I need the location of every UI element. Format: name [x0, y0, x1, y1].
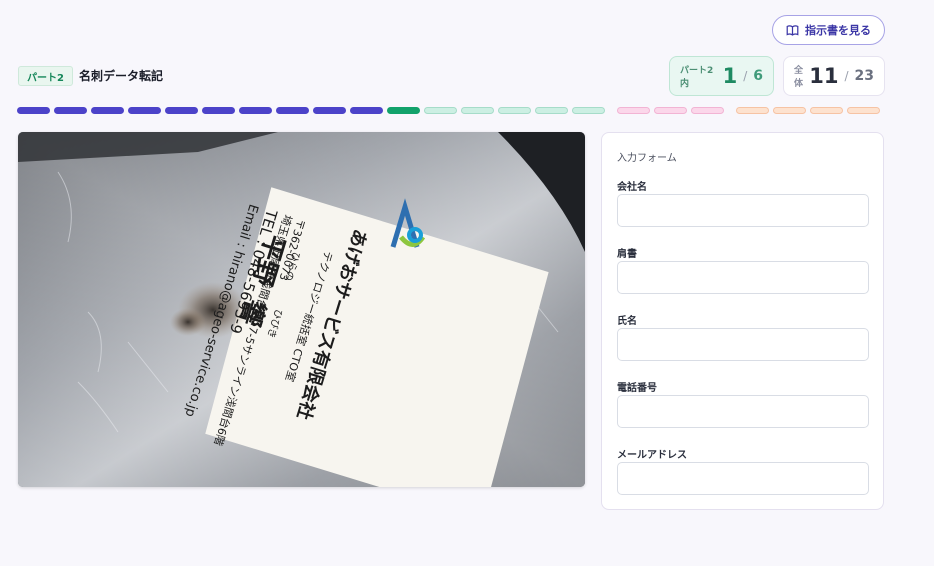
- overall-counter: 全体 11 / 23: [783, 56, 885, 96]
- full-name-input[interactable]: [617, 328, 869, 361]
- progress-segment-completed: [313, 107, 346, 114]
- book-icon: [786, 24, 799, 36]
- email-address-input[interactable]: [617, 462, 869, 495]
- company-name-input[interactable]: [617, 194, 869, 227]
- progress-segment-part4: [773, 107, 806, 114]
- overall-counter-total: 23: [854, 68, 874, 84]
- overall-counter-current: 11: [809, 64, 839, 88]
- task-title: 名刺データ転記: [79, 69, 164, 83]
- progress-segment-part3: [691, 107, 724, 114]
- progress-segment-current: [387, 107, 420, 114]
- progress-segment-completed: [17, 107, 50, 114]
- progress-segment-completed: [54, 107, 87, 114]
- progress-segment-completed: [91, 107, 124, 114]
- phone-number-input[interactable]: [617, 395, 869, 428]
- progress-segment-part3: [654, 107, 687, 114]
- progress-segment-part2: [572, 107, 605, 114]
- part-counter-label: パート2内: [680, 66, 714, 89]
- progress-segment-part2: [424, 107, 457, 114]
- part-counter-current: 1: [722, 64, 738, 88]
- view-instructions-label: 指示書を見る: [805, 24, 871, 37]
- input-form: 入力フォーム 会社名 肩書 氏名 電話番号 メールアドレス: [601, 132, 884, 510]
- job-title-label: 肩書: [617, 249, 637, 260]
- form-title: 入力フォーム: [617, 153, 677, 164]
- full-name-label: 氏名: [617, 316, 637, 327]
- progress-segment-part4: [810, 107, 843, 114]
- company-name-label: 会社名: [617, 182, 647, 193]
- part-counter-total: 6: [753, 68, 763, 84]
- progress-segment-completed: [276, 107, 309, 114]
- progress-segment-part4: [736, 107, 769, 114]
- progress-segment-completed: [165, 107, 198, 114]
- progress-segment-part2: [461, 107, 494, 114]
- view-instructions-button[interactable]: 指示書を見る: [772, 15, 885, 45]
- phone-number-label: 電話番号: [617, 383, 657, 394]
- part-badge: パート2: [18, 66, 73, 86]
- progress-segment-completed: [239, 107, 272, 114]
- part-counter: パート2内 1 / 6: [669, 56, 774, 96]
- business-card-photo: あげおサービス有限会社 テクノロジー統括室 CTO室 ひらの ひびき 平野 響 …: [18, 132, 585, 487]
- progress-segment-part3: [617, 107, 650, 114]
- progress-segment-completed: [128, 107, 161, 114]
- business-card-image: あげおサービス有限会社 テクノロジー統括室 CTO室 ひらの ひびき 平野 響 …: [18, 132, 585, 487]
- progress-bar: [17, 107, 885, 115]
- progress-segment-part2: [535, 107, 568, 114]
- progress-segment-part2: [498, 107, 531, 114]
- email-address-label: メールアドレス: [617, 450, 687, 461]
- progress-segment-completed: [350, 107, 383, 114]
- job-title-input[interactable]: [617, 261, 869, 294]
- progress-segment-completed: [202, 107, 235, 114]
- part-counter-slash: /: [743, 69, 748, 83]
- progress-segment-part4: [847, 107, 880, 114]
- overall-counter-slash: /: [844, 69, 849, 83]
- overall-counter-label: 全体: [794, 66, 804, 89]
